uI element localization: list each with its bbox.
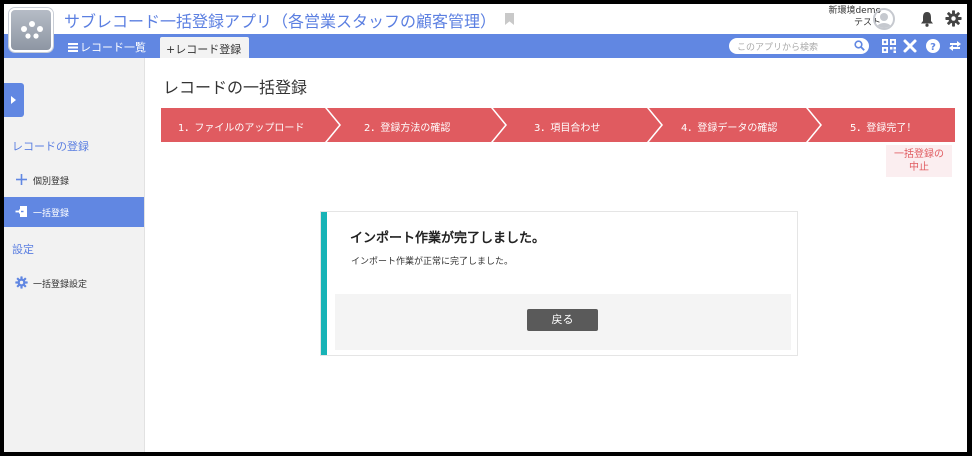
record-list-link[interactable]: レコード一覧 xyxy=(68,39,146,55)
search-placeholder: このアプリから検索 xyxy=(737,43,819,53)
success-accent-bar xyxy=(321,212,327,355)
sidebar-heading-settings: 設定 xyxy=(12,243,34,256)
sidebar-item-single-register[interactable]: 個別登録 xyxy=(4,165,144,195)
plus-icon xyxy=(16,174,27,185)
sidebar-item-bulk-settings[interactable]: 一括登録設定 xyxy=(4,268,144,298)
page-title: レコードの一括登録 xyxy=(163,78,308,97)
step-4: 4．登録データの確認 xyxy=(649,108,820,142)
gear-icon xyxy=(15,276,28,289)
svg-text:?: ? xyxy=(930,42,936,53)
step-1: 1．ファイルのアップロード xyxy=(161,108,339,142)
app-icon[interactable] xyxy=(9,8,53,52)
sidebar-toggle-button[interactable] xyxy=(4,83,24,117)
navbar: レコード一覧 +レコード登録 このアプリから検索 ? xyxy=(4,34,967,58)
avatar[interactable] xyxy=(873,8,895,30)
header: サブレコード一括登録アプリ（各営業スタッフの顧客管理） 新環境demo テスト xyxy=(4,4,967,52)
app-window: サブレコード一括登録アプリ（各営業スタッフの顧客管理） 新環境demo テスト … xyxy=(4,4,967,452)
help-icon[interactable]: ? xyxy=(925,38,941,54)
sidebar-heading-record: レコードの登録 xyxy=(12,140,89,153)
result-footer: 戻る xyxy=(335,294,791,350)
result-panel: インポート作業が完了しました。 インポート作業が正常に完了しました。 戻る xyxy=(320,211,798,356)
cancel-bulk-register-link[interactable]: 一括登録の 中止 xyxy=(886,145,952,177)
qr-code-icon[interactable] xyxy=(881,38,897,54)
step-5: 5．登録完了！ xyxy=(808,108,955,142)
sidebar-item-bulk-register[interactable]: 一括登録 xyxy=(4,197,144,227)
import-icon xyxy=(15,206,27,217)
bookmark-icon[interactable] xyxy=(505,13,514,25)
gear-icon[interactable] xyxy=(945,10,962,27)
search-icon[interactable] xyxy=(854,40,865,51)
step-3: 3．項目合わせ xyxy=(493,108,661,142)
step-2: 2．登録方法の確認 xyxy=(327,108,505,142)
sidebar: レコードの登録 個別登録 一括登録 設定 一括登録設定 xyxy=(4,58,145,452)
switch-icon[interactable] xyxy=(947,38,963,54)
tools-icon[interactable] xyxy=(902,38,918,54)
search-input[interactable]: このアプリから検索 xyxy=(729,38,869,54)
bell-icon[interactable] xyxy=(920,11,934,27)
tab-record-register[interactable]: +レコード登録 xyxy=(160,37,249,58)
step-progress: 1．ファイルのアップロード 2．登録方法の確認 3．項目合わせ 4．登録データの… xyxy=(161,108,955,142)
back-button[interactable]: 戻る xyxy=(527,309,598,331)
list-icon xyxy=(68,43,78,52)
result-title: インポート作業が完了しました。 xyxy=(350,231,546,246)
app-title: サブレコード一括登録アプリ（各営業スタッフの顧客管理） xyxy=(64,12,497,31)
result-message: インポート作業が正常に完了しました。 xyxy=(351,257,514,267)
